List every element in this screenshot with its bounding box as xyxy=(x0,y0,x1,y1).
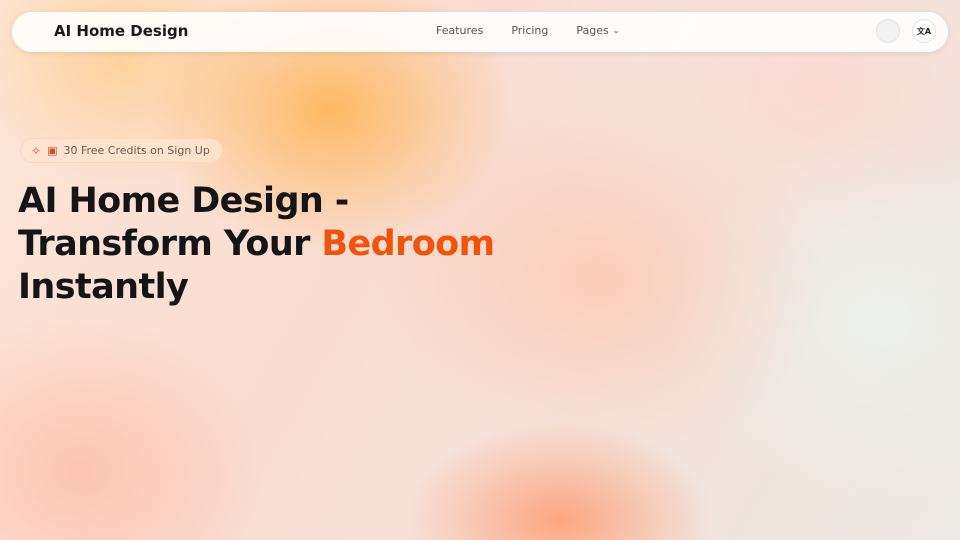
gift-icon: ▣ xyxy=(47,144,58,157)
nav-links: Features Pricing Pages ⌄ xyxy=(436,24,619,37)
page: AI Home Design Features Pricing Pages ⌄ … xyxy=(0,0,960,540)
language-button[interactable]: 文A xyxy=(912,19,936,43)
credits-badge[interactable]: ✧ ▣ 30 Free Credits on Sign Up xyxy=(20,138,223,163)
navbar: AI Home Design Features Pricing Pages ⌄ … xyxy=(12,12,948,52)
credits-badge-text: 30 Free Credits on Sign Up xyxy=(63,144,210,157)
hero-title-line2-prefix: Transform Your xyxy=(18,224,322,264)
translate-icon: 文A xyxy=(916,26,932,36)
hero-title-accent: Bedroom xyxy=(321,224,495,264)
nav-link-label: Pages xyxy=(576,24,609,37)
nav-link-pricing[interactable]: Pricing xyxy=(511,24,548,37)
nav-link-label: Features xyxy=(436,24,484,37)
nav-actions: 文A xyxy=(876,19,936,43)
avatar-button[interactable] xyxy=(876,19,900,43)
chevron-down-icon: ⌄ xyxy=(612,26,620,35)
hero-title-line3: Instantly xyxy=(18,267,189,307)
hero-title: AI Home Design - Transform Your Bedroom … xyxy=(18,180,538,309)
nav-link-label: Pricing xyxy=(511,24,549,37)
sparkle-icon: ✧ xyxy=(31,143,42,158)
nav-link-features[interactable]: Features xyxy=(436,24,483,37)
hero-title-line1: AI Home Design - xyxy=(18,181,349,221)
nav-link-pages[interactable]: Pages ⌄ xyxy=(576,24,619,37)
brand-logo-text[interactable]: AI Home Design xyxy=(54,22,188,40)
